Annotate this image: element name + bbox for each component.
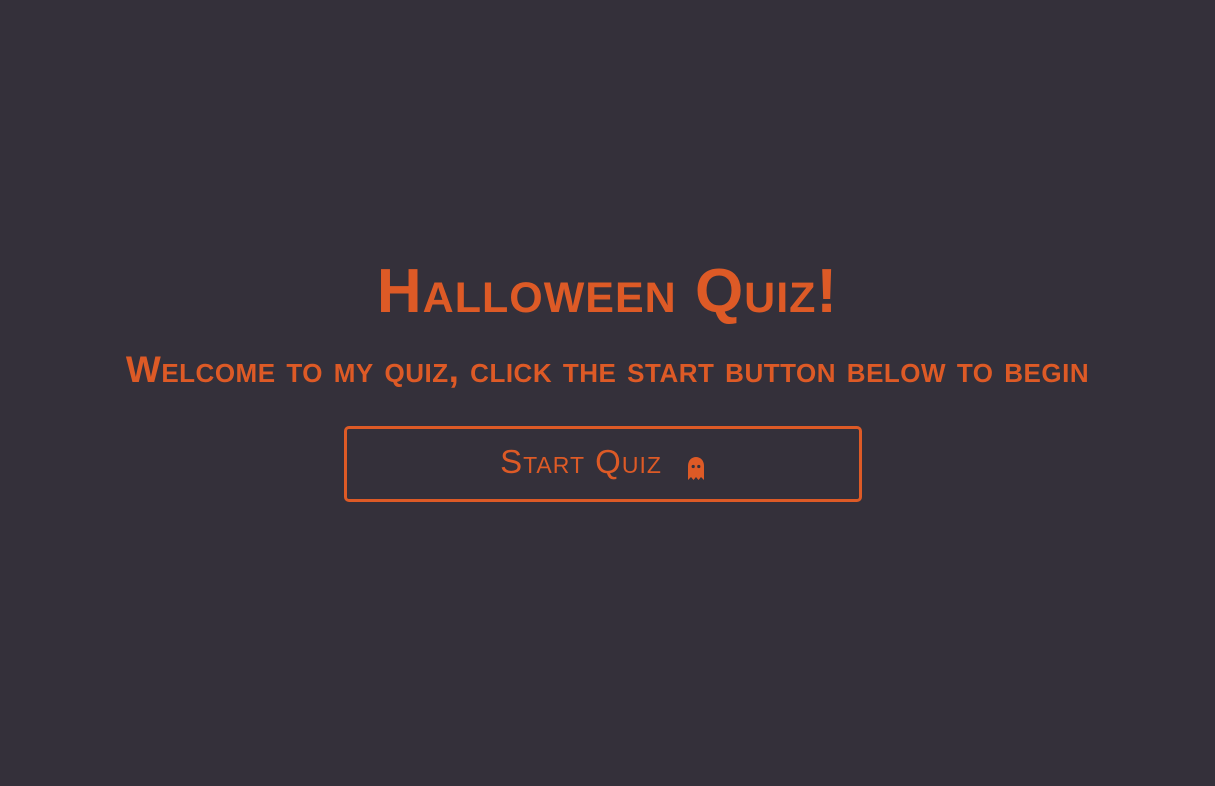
page-title: Halloween Quiz! <box>376 257 839 326</box>
start-quiz-button[interactable]: Start Quiz <box>344 426 862 502</box>
welcome-message: Welcome to my quiz, click the start butt… <box>125 349 1090 390</box>
start-quiz-button-label: Start Quiz <box>500 443 662 480</box>
ghost-icon <box>686 452 706 480</box>
quiz-start-screen: Halloween Quiz! Welcome to my quiz, clic… <box>0 0 1215 786</box>
